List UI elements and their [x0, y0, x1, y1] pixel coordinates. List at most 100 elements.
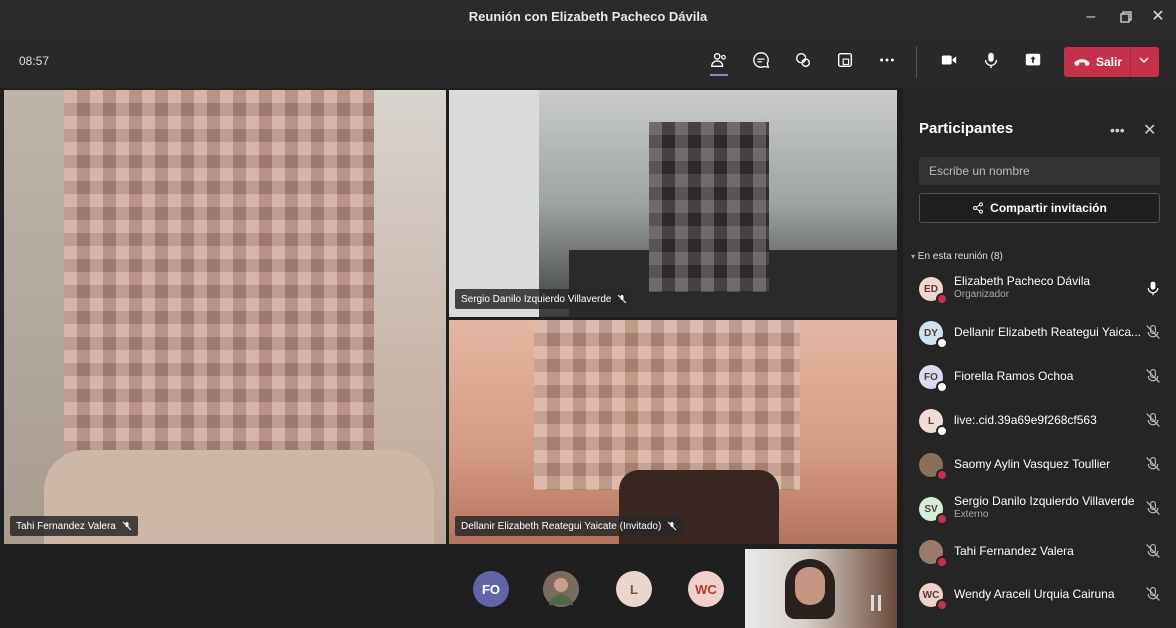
avatar[interactable]: L	[616, 571, 652, 607]
more-actions-button[interactable]	[872, 46, 902, 74]
background-door	[449, 90, 539, 317]
video-tile-top-right[interactable]: Sergio Danilo Izquierdo Villaverde	[449, 90, 897, 317]
avatar-initials: FO	[481, 581, 501, 597]
chevron-down-icon[interactable]	[1138, 54, 1150, 69]
tile-name: Tahi Fernandez Valera	[16, 520, 116, 532]
pause-icon-bar	[878, 595, 881, 611]
participant-row[interactable]: Llive:.cid.39a69e9f268cf563	[917, 403, 1167, 437]
panel-title: Participantes	[919, 120, 1014, 137]
presence-status-icon	[936, 425, 948, 437]
avatar[interactable]: FO	[473, 571, 509, 607]
share-screen-button[interactable]	[1018, 46, 1048, 74]
presence-status-icon	[936, 556, 948, 568]
rooms-icon	[838, 53, 852, 67]
meeting-timer: 08:57	[19, 54, 50, 68]
camera-icon	[941, 55, 957, 65]
participant-name: Tahi Fernandez Valera	[954, 544, 1074, 558]
share-icon	[973, 202, 984, 214]
mic-off-icon	[1146, 544, 1160, 558]
meeting-toolbar: 08:57 Salir	[0, 34, 1176, 88]
maximize-icon[interactable]	[1111, 6, 1141, 28]
section-label: En esta reunión (8)	[917, 251, 1003, 262]
tile-name: Sergio Danilo Izquierdo Villaverde	[461, 293, 612, 305]
title-bar: Reunión con Elizabeth Pacheco Dávila – ✕	[0, 0, 1176, 34]
more-options-icon[interactable]: •••	[1110, 122, 1125, 138]
participant-name-label: Tahi Fernandez Valera	[10, 516, 138, 536]
chevron-down-icon: ▾	[911, 252, 916, 261]
close-panel-icon[interactable]: ✕	[1143, 120, 1156, 140]
reactions-icon	[796, 53, 810, 67]
self-video-preview[interactable]	[745, 549, 897, 628]
share-invitation-label: Compartir invitación	[990, 201, 1107, 215]
participant-row[interactable]: FO Fiorella Ramos Ochoa	[917, 359, 1167, 393]
avatar-initials: L	[630, 581, 638, 597]
toolbar-divider	[916, 46, 917, 78]
participant-row[interactable]: ED Elizabeth Pacheco Dávila Organizador	[917, 271, 1167, 305]
video-tile-bottom-right[interactable]: Dellanir Elizabeth Reategui Yaicate (Inv…	[449, 320, 897, 544]
mic-off-icon	[1146, 325, 1160, 339]
presence-status-icon	[936, 337, 948, 349]
mic-off-icon	[1146, 369, 1160, 383]
mic-off-icon	[667, 521, 677, 531]
leave-divider	[1130, 47, 1131, 77]
pixelated-face	[534, 320, 800, 490]
mic-off-icon	[1146, 413, 1160, 427]
camera-button[interactable]	[934, 46, 964, 74]
participant-name: Sergio Danilo Izquierdo Villaverde	[954, 494, 1135, 508]
participant-role: Organizador	[954, 289, 1010, 300]
mic-off-icon	[122, 521, 132, 531]
mic-off-icon	[1146, 587, 1160, 601]
photo-avatar-icon	[543, 571, 579, 607]
mic-off-icon	[1146, 501, 1160, 515]
leave-button[interactable]: Salir	[1064, 47, 1159, 77]
video-tile-main[interactable]: Tahi Fernandez Valera	[4, 90, 446, 544]
participant-role: Externo	[954, 509, 989, 520]
participants-button[interactable]	[704, 46, 734, 76]
section-header[interactable]: ▾ En esta reunión (8)	[911, 251, 1003, 262]
pixelated-face	[649, 122, 769, 292]
participant-row[interactable]: SV Sergio Danilo Izquierdo Villaverde Exte…	[917, 491, 1167, 525]
share-screen-icon	[1025, 53, 1041, 66]
presence-status-icon	[936, 381, 948, 393]
chat-button[interactable]	[746, 46, 776, 74]
participant-row[interactable]: Saomy Aylin Vasquez Toullier	[917, 447, 1167, 481]
pause-icon	[871, 595, 874, 611]
presence-status-icon	[936, 513, 948, 525]
close-window-icon[interactable]: ✕	[1143, 6, 1173, 28]
avatar[interactable]	[543, 571, 579, 607]
participant-name: live:.cid.39a69e9f268cf563	[954, 413, 1097, 427]
tile-name: Dellanir Elizabeth Reategui Yaicate (Inv…	[461, 520, 662, 532]
pixelated-face	[64, 90, 374, 490]
rooms-button[interactable]	[830, 46, 860, 74]
reactions-button[interactable]	[788, 46, 818, 74]
presence-status-icon	[936, 469, 948, 481]
microphone-button[interactable]	[976, 46, 1006, 74]
presence-status-icon	[936, 599, 948, 611]
participant-name: Saomy Aylin Vasquez Toullier	[954, 457, 1111, 471]
mic-off-icon	[1146, 457, 1160, 471]
microphone-icon	[1147, 281, 1159, 296]
presence-status-icon	[936, 293, 948, 305]
participant-name: Elizabeth Pacheco Dávila	[954, 274, 1091, 288]
avatar-initials: WC	[695, 581, 717, 597]
participant-name-label: Sergio Danilo Izquierdo Villaverde	[455, 289, 634, 309]
participant-name-label: Dellanir Elizabeth Reategui Yaicate (Inv…	[455, 516, 684, 536]
participant-name: Wendy Araceli Urquia Cairuna	[954, 587, 1115, 601]
participant-name: Dellanir Elizabeth Reategui Yaica...	[954, 325, 1141, 339]
participant-row[interactable]: DY Dellanir Elizabeth Reategui Yaica...	[917, 315, 1167, 349]
participant-name: Fiorella Ramos Ochoa	[954, 369, 1074, 383]
avatar[interactable]: WC	[688, 571, 724, 607]
hang-up-icon	[1074, 59, 1090, 66]
microphone-icon	[984, 52, 998, 69]
more-icon	[880, 58, 894, 62]
chat-icon	[753, 52, 770, 69]
participant-row[interactable]: WC Wendy Araceli Urquia Cairuna	[917, 577, 1167, 611]
participant-row[interactable]: Tahi Fernandez Valera	[917, 534, 1167, 568]
people-icon	[711, 53, 726, 67]
share-invitation-button[interactable]: Compartir invitación	[919, 193, 1160, 223]
minimize-icon[interactable]: –	[1076, 6, 1106, 28]
mic-off-icon	[618, 294, 627, 304]
participants-panel: Participantes ••• ✕ Compartir invitación…	[903, 88, 1176, 628]
participant-search-input[interactable]	[919, 157, 1160, 185]
leave-label: Salir	[1096, 55, 1123, 69]
